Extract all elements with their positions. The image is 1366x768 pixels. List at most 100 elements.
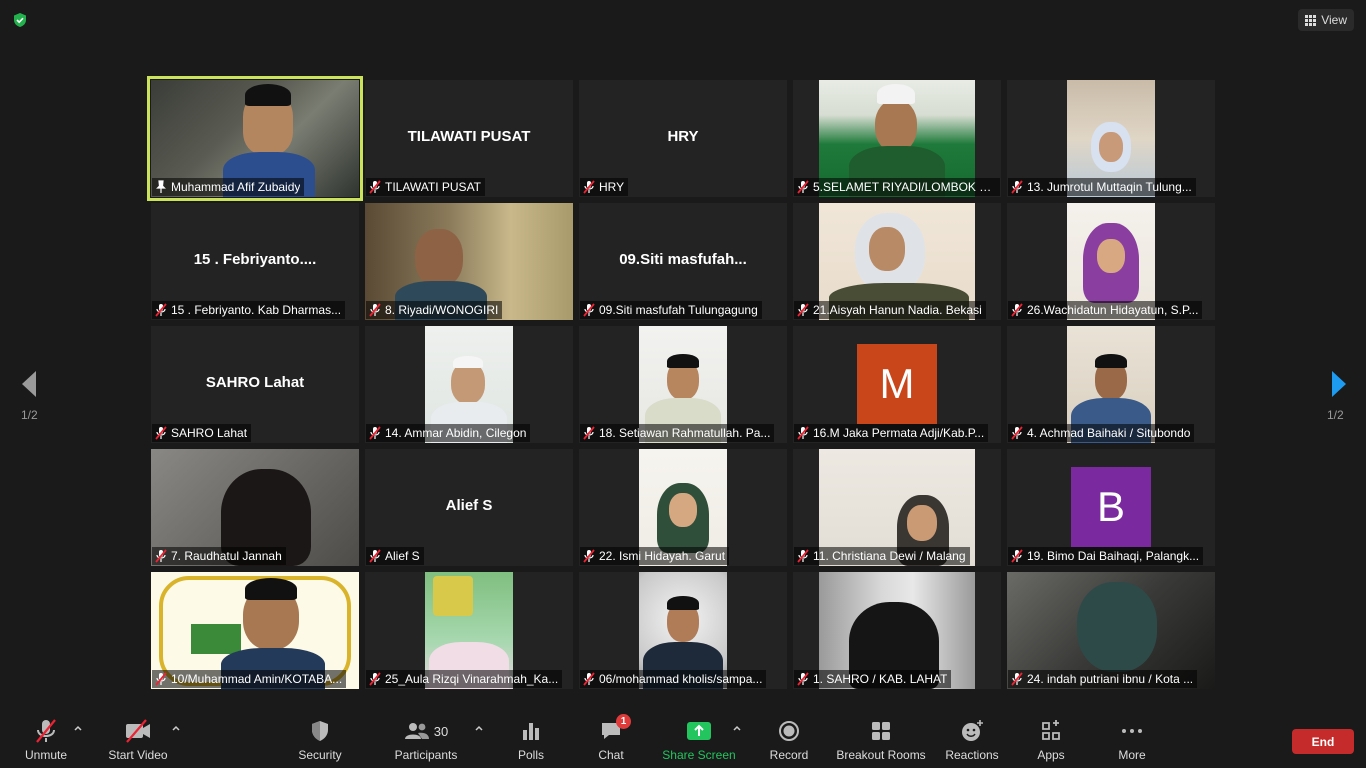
participant-tile[interactable]: 18. Setiawan Rahmatullah. Pa... bbox=[579, 326, 787, 443]
face-shape bbox=[869, 227, 905, 271]
participant-name-label: 25_Aula Rizqi Vinarahmah_Ka... bbox=[366, 670, 563, 688]
participant-tile[interactable]: 5.SELAMET RIYADI/LOMBOK B... bbox=[793, 80, 1001, 197]
next-page-arrow-icon[interactable] bbox=[1326, 368, 1350, 400]
muted-mic-icon bbox=[797, 180, 809, 194]
participant-tile[interactable]: 8. Riyadi/WONOGIRI bbox=[365, 203, 573, 320]
participant-name: 10/Muhammad Amin/KOTABA... bbox=[171, 672, 343, 686]
cap-shape bbox=[667, 596, 699, 610]
start-video-label: Start Video bbox=[108, 748, 168, 762]
unmute-button[interactable]: Unmute bbox=[20, 712, 72, 768]
chat-button[interactable]: 1 Chat bbox=[592, 712, 631, 768]
face-shape bbox=[907, 505, 937, 541]
participant-tile[interactable]: M 16.M Jaka Permata Adji/Kab.P... bbox=[793, 326, 1001, 443]
security-button[interactable]: Security bbox=[295, 712, 345, 768]
participant-tile[interactable]: Muhammad Afif Zubaidy bbox=[147, 76, 363, 201]
participant-name: 4. Achmad Baihaki / Situbondo bbox=[1027, 426, 1191, 440]
participant-name: TILAWATI PUSAT bbox=[385, 180, 482, 194]
participant-tile[interactable]: 10/Muhammad Amin/KOTABA... bbox=[151, 572, 359, 689]
participant-tile[interactable]: 21.Aisyah Hanun Nadia. Bekasi bbox=[793, 203, 1001, 320]
participant-display-name: SAHRO Lahat bbox=[205, 374, 305, 391]
participant-display-name: 15 . Febriyanto.... bbox=[193, 251, 317, 268]
participant-tile[interactable]: 13. Jumrotul Muttaqin Tulung... bbox=[1007, 80, 1215, 197]
participants-button[interactable]: 30 Participants bbox=[392, 712, 460, 768]
participant-tile[interactable]: B 19. Bimo Dai Baihaqi, Palangk... bbox=[1007, 449, 1215, 566]
participant-name: 14. Ammar Abidin, Cilegon bbox=[385, 426, 527, 440]
participant-tile[interactable]: 4. Achmad Baihaki / Situbondo bbox=[1007, 326, 1215, 443]
muted-mic-icon bbox=[583, 303, 595, 317]
start-video-button[interactable]: Start Video bbox=[106, 712, 170, 768]
previous-page-arrow-icon[interactable] bbox=[18, 368, 42, 400]
chat-unread-badge: 1 bbox=[616, 714, 631, 729]
muted-mic-icon bbox=[1011, 672, 1023, 686]
participant-name-label: 15 . Febriyanto. Kab Dharmas... bbox=[152, 301, 346, 319]
participant-tile[interactable]: 25_Aula Rizqi Vinarahmah_Ka... bbox=[365, 572, 573, 689]
video-options-caret-icon[interactable] bbox=[171, 724, 181, 734]
participant-tile[interactable]: 26.Wachidatun Hidayatun, S.P... bbox=[1007, 203, 1215, 320]
unmute-label: Unmute bbox=[24, 748, 68, 762]
muted-mic-icon bbox=[797, 549, 809, 563]
participant-tile[interactable]: 7. Raudhatul Jannah bbox=[151, 449, 359, 566]
participant-display-name: Alief S bbox=[445, 497, 493, 514]
participant-name-label: 09.Siti masfufah Tulungagung bbox=[580, 301, 762, 319]
participant-name-label: 10/Muhammad Amin/KOTABA... bbox=[152, 670, 347, 688]
participants-icon bbox=[404, 723, 429, 739]
participant-tile[interactable]: 14. Ammar Abidin, Cilegon bbox=[365, 326, 573, 443]
reactions-smiley-icon bbox=[962, 720, 983, 741]
share-screen-button[interactable]: Share Screen bbox=[661, 712, 737, 768]
reactions-button[interactable]: Reactions bbox=[943, 712, 1001, 768]
face-shape bbox=[415, 229, 463, 287]
page-indicator-right: 1/2 bbox=[1327, 408, 1344, 422]
participant-name-label: 06/mohammad kholis/sampa... bbox=[580, 670, 767, 688]
participants-options-caret-icon[interactable] bbox=[474, 724, 484, 734]
participant-name: Alief S bbox=[385, 549, 420, 563]
pin-icon bbox=[156, 180, 166, 193]
breakout-rooms-button[interactable]: Breakout Rooms bbox=[836, 712, 926, 768]
participant-tile[interactable]: HRY HRY bbox=[579, 80, 787, 197]
muted-mic-icon bbox=[797, 303, 809, 317]
view-button[interactable]: View bbox=[1298, 9, 1354, 31]
more-button[interactable]: More bbox=[1112, 712, 1152, 768]
participant-tile[interactable]: SAHRO Lahat SAHRO Lahat bbox=[151, 326, 359, 443]
participant-name: 25_Aula Rizqi Vinarahmah_Ka... bbox=[385, 672, 559, 686]
muted-mic-icon bbox=[583, 426, 595, 440]
participant-name-label: HRY bbox=[580, 178, 629, 196]
participant-tile[interactable]: Alief S Alief S bbox=[365, 449, 573, 566]
participant-name: 11. Christiana Dewi / Malang bbox=[813, 549, 966, 563]
participant-tile[interactable]: 22. Ismi Hidayah. Garut bbox=[579, 449, 787, 566]
participant-display-name: 09.Siti masfufah... bbox=[619, 251, 747, 268]
cap-shape bbox=[877, 84, 915, 104]
share-options-caret-icon[interactable] bbox=[732, 724, 742, 734]
muted-mic-icon bbox=[155, 303, 167, 317]
participant-avatar: M bbox=[857, 344, 937, 424]
participant-name-label: 13. Jumrotul Muttaqin Tulung... bbox=[1008, 178, 1196, 196]
muted-mic-icon bbox=[583, 180, 595, 194]
audio-options-caret-icon[interactable] bbox=[73, 724, 83, 734]
participant-tile[interactable]: 1. SAHRO / KAB. LAHAT bbox=[793, 572, 1001, 689]
participant-tile[interactable]: 11. Christiana Dewi / Malang bbox=[793, 449, 1001, 566]
end-meeting-button[interactable]: End bbox=[1292, 729, 1354, 754]
participant-name: Muhammad Afif Zubaidy bbox=[171, 180, 301, 194]
zoom-meeting-window: View 1/2 1/2 Muhammad Afif Zubaidy TILAW… bbox=[0, 0, 1366, 768]
participant-tile[interactable]: 15 . Febriyanto.... 15 . Febriyanto. Kab… bbox=[151, 203, 359, 320]
participant-name: 7. Raudhatul Jannah bbox=[171, 549, 282, 563]
apps-button[interactable]: Apps bbox=[1031, 712, 1071, 768]
encryption-shield-icon[interactable] bbox=[12, 12, 28, 28]
cap-shape bbox=[245, 578, 297, 600]
record-button[interactable]: Record bbox=[767, 712, 811, 768]
participant-tile[interactable]: 24. indah putriani ibnu / Kota ... bbox=[1007, 572, 1215, 689]
breakout-rooms-grid-icon bbox=[872, 722, 890, 740]
face-shape bbox=[451, 362, 485, 404]
participant-tile[interactable]: 09.Siti masfufah... 09.Siti masfufah Tul… bbox=[579, 203, 787, 320]
face-shape bbox=[669, 493, 697, 527]
participant-name-label: 26.Wachidatun Hidayatun, S.P... bbox=[1008, 301, 1203, 319]
participant-name-label: 5.SELAMET RIYADI/LOMBOK B... bbox=[794, 178, 1000, 196]
muted-microphone-icon bbox=[36, 719, 56, 743]
polls-button[interactable]: Polls bbox=[511, 712, 551, 768]
cap-shape bbox=[1095, 354, 1127, 368]
participant-tile[interactable]: TILAWATI PUSAT TILAWATI PUSAT bbox=[365, 80, 573, 197]
chat-label: Chat bbox=[598, 748, 624, 762]
participant-name-label: 7. Raudhatul Jannah bbox=[152, 547, 286, 565]
meeting-toolbar: Unmute Start Video Security 30 Participa… bbox=[0, 712, 1366, 768]
participant-tile[interactable]: 06/mohammad kholis/sampa... bbox=[579, 572, 787, 689]
logo-book-shape bbox=[191, 624, 241, 654]
